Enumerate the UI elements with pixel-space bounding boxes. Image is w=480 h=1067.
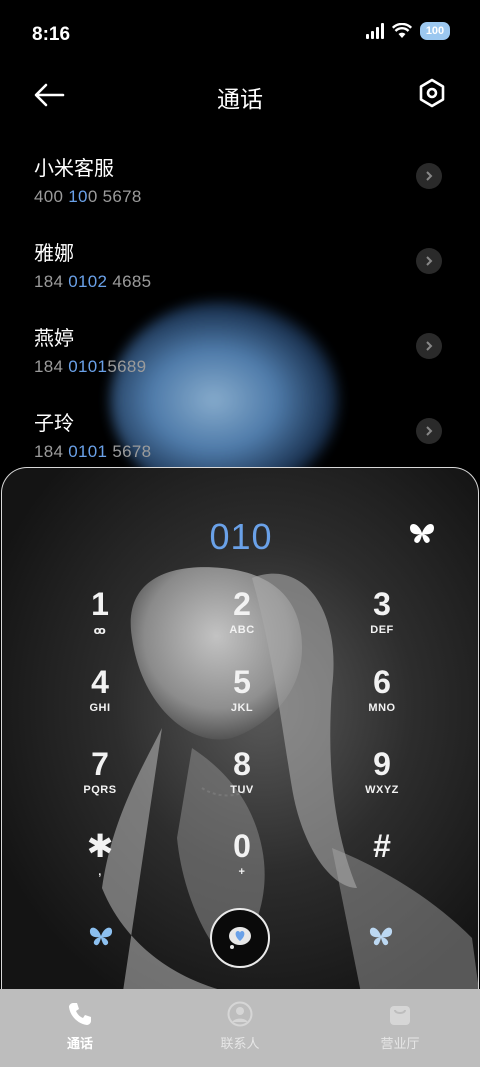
key-hash[interactable]: # [332,828,432,898]
contact-number: 184 0101 5678 [34,442,152,461]
store-icon [390,1006,410,1025]
dialpad-panel: 010 1ꝏ 2 ABC 3 DEF 4 GHI 5 JKL 6 MNO 7 PQRS 8T… [1,467,479,997]
status-bar: 8:16 100 [0,0,480,66]
key-star[interactable]: ✱, [50,828,150,898]
dialer-actions [2,908,478,978]
key-0[interactable]: 0 + [192,828,292,898]
key-7[interactable]: 7 PQRS [50,746,150,816]
key-9[interactable]: 9 WXYZ [332,746,432,816]
butterfly-icon[interactable] [88,924,114,948]
person-icon [227,1001,253,1027]
contact-number: 184 01015689 [34,357,147,376]
phone-icon [69,1003,91,1025]
tab-label: 通话 [66,1036,93,1051]
tab-contacts[interactable]: 联系人 [160,989,320,1067]
bottom-tab-bar: 通话 联系人 营业厅 [0,989,480,1067]
status-time: 8:16 [32,24,71,45]
tab-service-hall[interactable]: 营业厅 [320,989,480,1067]
signal-icon [366,23,384,39]
contact-name: 燕婷 [34,328,74,350]
contact-name: 雅娜 [34,243,74,265]
contact-item[interactable]: 雅娜 184 0102 4685 [0,225,480,310]
contact-name: 小米客服 [34,158,114,180]
key-1[interactable]: 1ꝏ [50,586,150,656]
key-4[interactable]: 4 GHI [50,664,150,734]
contact-name: 子玲 [34,413,74,435]
chevron-right-icon[interactable] [416,163,442,189]
header: 通话 [0,70,480,120]
key-2[interactable]: 2 ABC [192,586,292,656]
recent-contacts-list: 小米客服 400 100 5678 雅娜 184 0102 4685 燕婷 18… [0,140,480,480]
heart-bubble-icon [229,927,251,949]
contact-item[interactable]: 小米客服 400 100 5678 [0,140,480,225]
wifi-icon [392,23,412,38]
call-button[interactable] [210,908,270,968]
key-5[interactable]: 5 JKL [192,664,292,734]
chevron-right-icon[interactable] [416,248,442,274]
chevron-right-icon[interactable] [416,333,442,359]
settings-icon[interactable] [418,78,446,108]
butterfly-icon[interactable] [408,520,436,546]
tab-label: 营业厅 [380,1036,420,1051]
butterfly-icon[interactable] [368,924,394,948]
chevron-right-icon[interactable] [416,418,442,444]
battery-icon: 100 [420,22,450,40]
contact-item[interactable]: 燕婷 184 01015689 [0,310,480,395]
voicemail-icon: ꝏ [93,625,107,637]
tab-calls[interactable]: 通话 [0,989,160,1067]
contact-number: 400 100 5678 [34,187,142,206]
status-icons: 100 [366,22,450,40]
key-3[interactable]: 3 DEF [332,586,432,656]
contact-number: 184 0102 4685 [34,272,152,291]
key-6[interactable]: 6 MNO [332,664,432,734]
key-8[interactable]: 8 TUV [192,746,292,816]
page-title: 通话 [217,86,263,112]
tab-label: 联系人 [220,1036,260,1051]
